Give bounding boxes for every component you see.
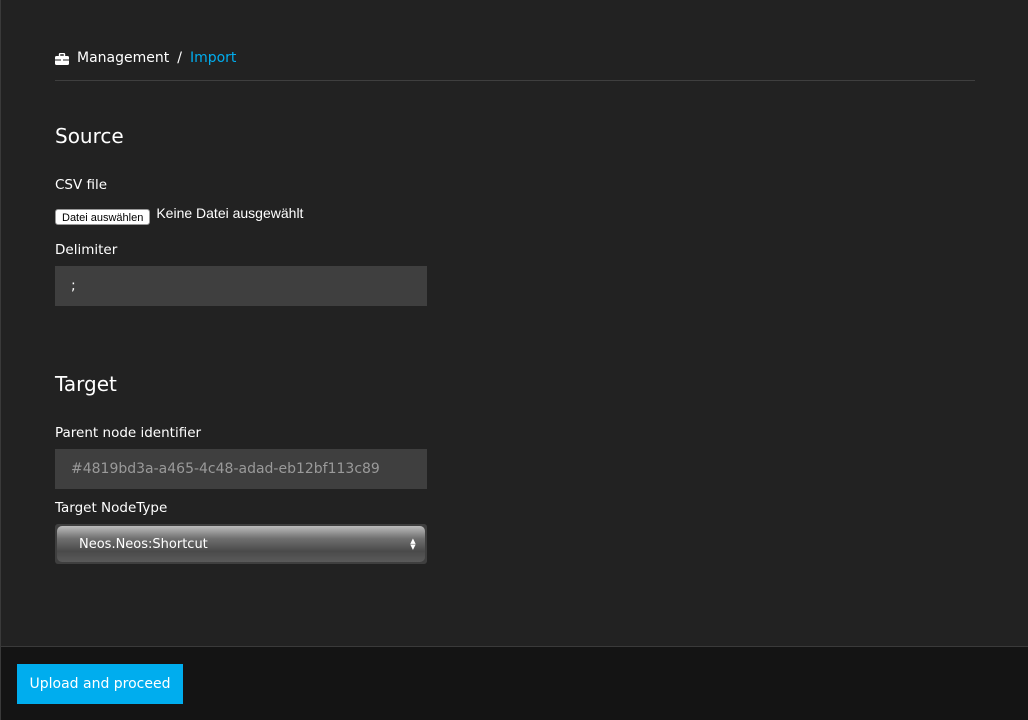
source-heading: Source — [55, 124, 124, 148]
upload-and-proceed-button[interactable]: Upload and proceed — [17, 664, 183, 704]
target-nodetype-select[interactable]: Neos.Neos:Shortcut ▲ ▼ — [55, 524, 427, 564]
import-page: Management / Import Source CSV file Date… — [0, 0, 1028, 720]
breadcrumb-import[interactable]: Import — [190, 50, 236, 66]
breadcrumb-management[interactable]: Management — [77, 50, 169, 66]
briefcase-icon — [55, 53, 69, 65]
delimiter-value: ; — [71, 278, 76, 294]
updown-arrows-icon: ▲ ▼ — [410, 537, 416, 551]
parent-node-input[interactable]: #4819bd3a-a465-4c48-adad-eb12bf113c89 — [55, 449, 427, 489]
target-nodetype-label: Target NodeType — [55, 500, 168, 516]
csv-file-input[interactable]: Datei auswählen Keine Datei ausgewählt — [55, 201, 303, 225]
file-status-text: Keine Datei ausgewählt — [156, 205, 304, 221]
parent-node-label: Parent node identifier — [55, 425, 202, 441]
breadcrumb: Management / Import — [55, 50, 975, 81]
breadcrumb-separator: / — [177, 50, 182, 66]
target-heading: Target — [55, 372, 117, 396]
target-nodetype-value: Neos.Neos:Shortcut — [79, 536, 208, 552]
choose-file-button[interactable]: Datei auswählen — [55, 209, 151, 225]
delimiter-input[interactable]: ; — [55, 266, 427, 306]
parent-node-placeholder: #4819bd3a-a465-4c48-adad-eb12bf113c89 — [71, 461, 380, 477]
csv-file-label: CSV file — [55, 177, 108, 193]
delimiter-label: Delimiter — [55, 242, 118, 258]
target-nodetype-select-inner[interactable]: Neos.Neos:Shortcut ▲ ▼ — [57, 526, 425, 562]
footer-bar: Upload and proceed — [1, 646, 1028, 720]
